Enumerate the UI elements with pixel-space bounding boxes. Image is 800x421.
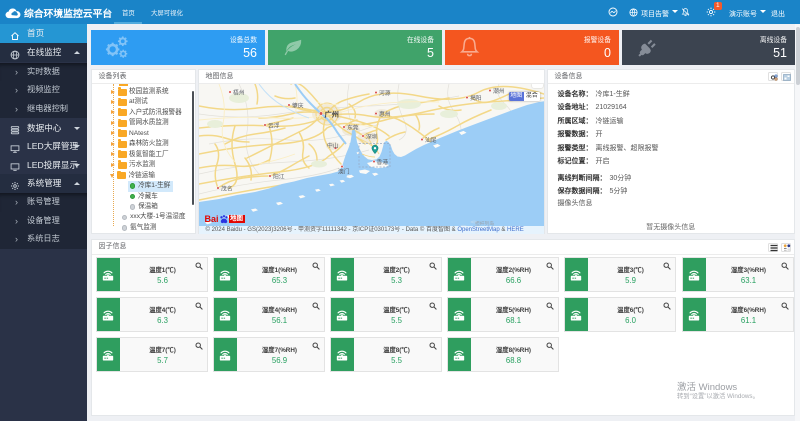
svg-text:梧州: 梧州	[233, 88, 245, 96]
svg-text:云浮: 云浮	[268, 121, 280, 129]
svg-text:广州: 广州	[324, 109, 338, 118]
svg-text:香港: 香港	[376, 158, 388, 166]
svg-text:惠州: 惠州	[379, 109, 391, 117]
svg-text:潮州: 潮州	[493, 86, 505, 94]
svg-text:东莞: 东莞	[347, 123, 359, 131]
svg-text:河源: 河源	[379, 88, 391, 96]
svg-text:肇庆: 肇庆	[292, 101, 304, 109]
svg-text:阳江: 阳江	[273, 172, 285, 180]
svg-text:汕尾: 汕尾	[425, 135, 437, 143]
svg-text:中山: 中山	[327, 141, 339, 149]
svg-text:揭阳: 揭阳	[470, 93, 482, 101]
svg-text:澳门: 澳门	[338, 167, 350, 175]
svg-text:深圳: 深圳	[366, 132, 378, 140]
svg-text:茂名: 茂名	[221, 184, 233, 192]
